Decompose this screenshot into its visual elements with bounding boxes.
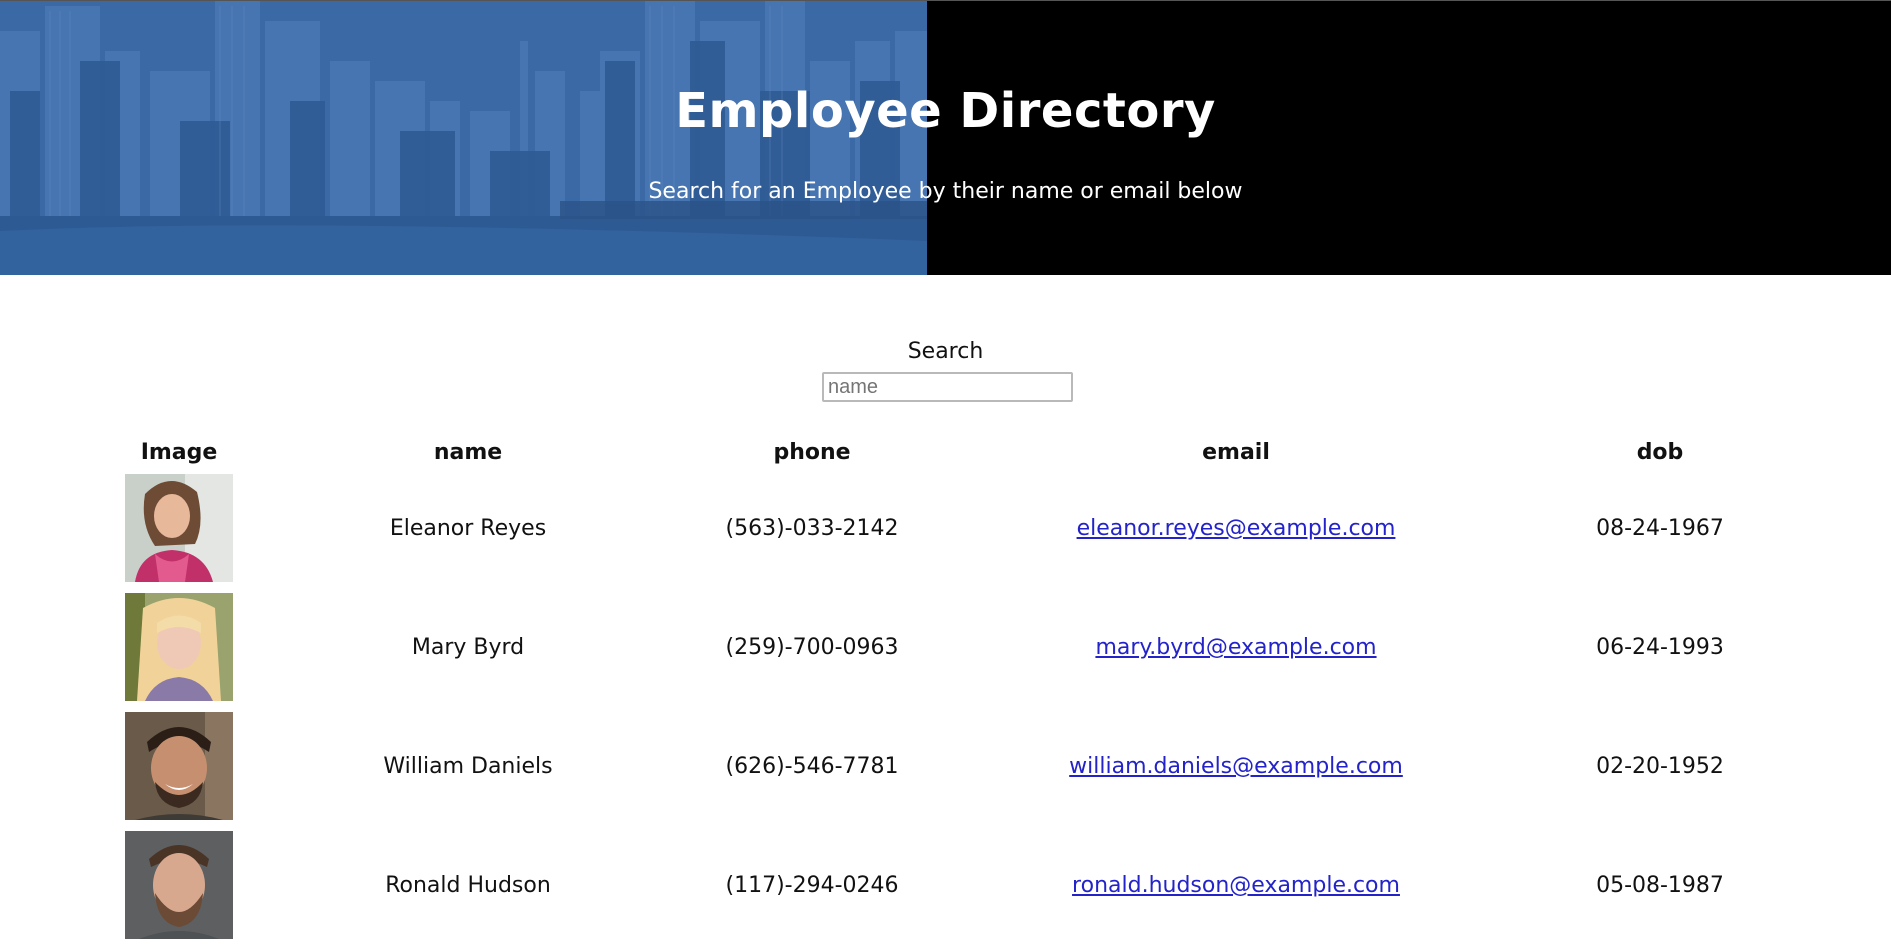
employee-phone: (117)-294-0246 xyxy=(725,873,899,898)
employee-email-link[interactable]: william.daniels@example.com xyxy=(1069,754,1403,779)
employee-dob: 08-24-1967 xyxy=(1596,516,1724,541)
page-subtitle: Search for an Employee by their name or … xyxy=(648,179,1243,204)
employee-dob: 05-08-1987 xyxy=(1596,873,1724,898)
employee-avatar-image xyxy=(125,712,233,820)
employee-avatar-image xyxy=(125,831,233,939)
employee-avatar-image xyxy=(125,474,233,582)
search-input[interactable] xyxy=(822,372,1073,402)
table-row: Ronald Hudson (117)-294-0246 ronald.huds… xyxy=(0,831,1891,950)
table-row: Eleanor Reyes (563)-033-2142 eleanor.rey… xyxy=(0,474,1891,593)
employee-email-link[interactable]: eleanor.reyes@example.com xyxy=(1077,516,1396,541)
employee-name: William Daniels xyxy=(383,754,553,779)
search-label: Search xyxy=(907,339,984,364)
employee-email-link[interactable]: ronald.hudson@example.com xyxy=(1072,873,1400,898)
employee-dob: 06-24-1993 xyxy=(1596,635,1724,660)
employee-phone: (259)-700-0963 xyxy=(725,635,899,660)
hero-banner: Employee Directory Search for an Employe… xyxy=(0,1,1891,275)
employee-phone: (563)-033-2142 xyxy=(725,516,899,541)
column-header-dob[interactable]: dob xyxy=(1637,440,1684,465)
page-title: Employee Directory xyxy=(675,83,1216,139)
column-header-name[interactable]: name xyxy=(434,440,502,465)
employee-name: Mary Byrd xyxy=(411,635,525,660)
employee-email-link[interactable]: mary.byrd@example.com xyxy=(1095,635,1376,660)
column-header-email[interactable]: email xyxy=(1202,440,1270,465)
employee-phone: (626)-546-7781 xyxy=(725,754,899,779)
column-header-phone[interactable]: phone xyxy=(773,440,850,465)
employee-avatar-image xyxy=(125,593,233,701)
table-row: Mary Byrd (259)-700-0963 mary.byrd@examp… xyxy=(0,593,1891,712)
employee-dob: 02-20-1952 xyxy=(1596,754,1724,779)
column-header-image[interactable]: Image xyxy=(141,440,218,465)
employee-name: Eleanor Reyes xyxy=(389,516,547,541)
table-row: William Daniels (626)-546-7781 william.d… xyxy=(0,712,1891,831)
employee-name: Ronald Hudson xyxy=(385,873,551,898)
